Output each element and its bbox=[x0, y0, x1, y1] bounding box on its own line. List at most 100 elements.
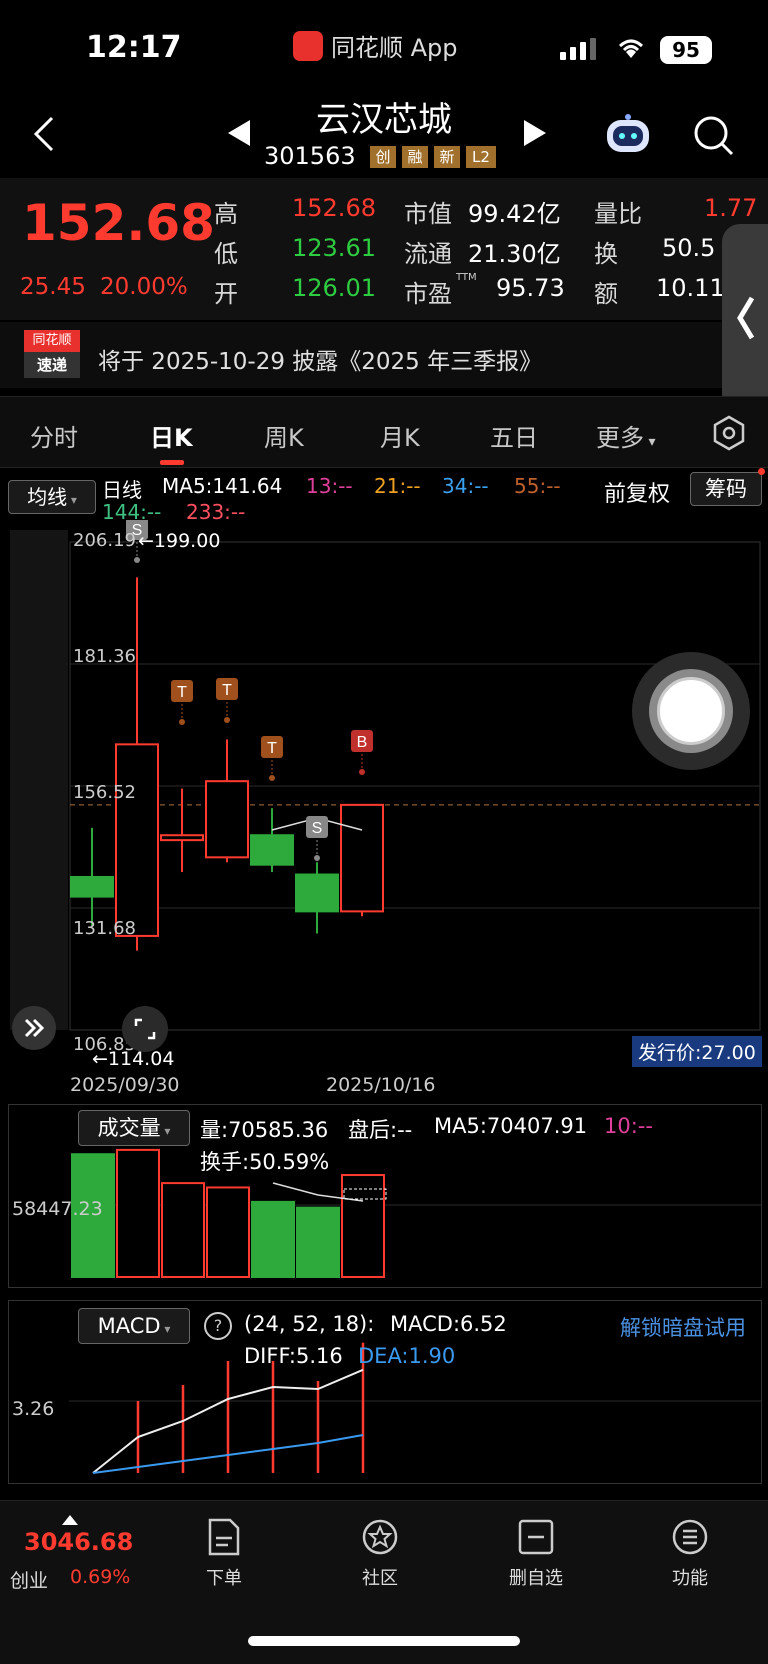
next-stock-button[interactable] bbox=[524, 120, 546, 150]
unlock-dark-pool-link[interactable]: 解锁暗盘试用 bbox=[620, 1312, 746, 1342]
y-label-4: 131.68 bbox=[73, 918, 136, 939]
candle-body bbox=[205, 780, 249, 859]
volume-y-label: 58447.23 bbox=[12, 1198, 103, 1220]
app-indicator[interactable]: 同花顺 App bbox=[293, 28, 458, 63]
y-label-2: 181.36 bbox=[73, 646, 136, 667]
pe-value: 95.73 bbox=[496, 274, 565, 302]
turnover-label: 换 bbox=[594, 240, 618, 268]
low-label: 低 bbox=[214, 240, 238, 268]
tab-five-day[interactable]: 五日 bbox=[490, 418, 538, 453]
last-price: 152.68 bbox=[22, 194, 215, 252]
macd-indicator-selector[interactable]: MACD ▾ bbox=[78, 1308, 190, 1344]
news-logo-top: 同花顺 bbox=[24, 330, 80, 352]
left-gutter bbox=[10, 530, 68, 1030]
marker-dot bbox=[134, 557, 140, 563]
candle-body bbox=[70, 875, 114, 898]
ma21-value: 21:-- bbox=[374, 474, 421, 498]
low-value: 123.61 bbox=[292, 234, 376, 262]
ma5-value: MA5:141.64 bbox=[162, 474, 283, 498]
adjust-mode-button[interactable]: 前复权 bbox=[604, 476, 670, 508]
macd-value: MACD:6.52 bbox=[390, 1312, 507, 1336]
ma-selector-button[interactable]: 均线 ▾ bbox=[8, 480, 96, 514]
index-pct: 0.69% bbox=[70, 1566, 131, 1588]
chevron-down-icon: ▾ bbox=[160, 1124, 171, 1138]
nav-functions[interactable]: 功能 bbox=[630, 1518, 750, 1590]
float-label: 流通 bbox=[404, 240, 452, 268]
expand-sidebar-button[interactable] bbox=[12, 1006, 56, 1050]
marker-dot bbox=[224, 717, 230, 723]
community-star-icon bbox=[361, 1518, 399, 1556]
chart-settings-icon[interactable] bbox=[710, 414, 748, 452]
tag-l2: L2 bbox=[466, 146, 496, 168]
marker-dot bbox=[314, 855, 320, 861]
marker-dot bbox=[179, 719, 185, 725]
volume-ratio-label: 量比 bbox=[594, 200, 642, 228]
battery-icon: 95 bbox=[660, 36, 712, 64]
ma13-value: 13:-- bbox=[306, 474, 353, 498]
nav-order-label: 下单 bbox=[206, 1568, 242, 1589]
pe-label: 市盈 bbox=[404, 280, 452, 308]
ma-selector-label: 均线 bbox=[27, 485, 68, 509]
news-text[interactable]: 将于 2025-10-29 披露《2025 年三季报》 bbox=[98, 342, 542, 376]
dea-value: DEA:1.90 bbox=[358, 1344, 456, 1368]
chevron-down-icon: ▾ bbox=[67, 493, 77, 507]
news-logo: 同花顺 速递 bbox=[24, 330, 80, 378]
volume-bar bbox=[116, 1148, 160, 1279]
tab-more[interactable]: 更多 ▾ bbox=[596, 418, 655, 453]
marker-dot bbox=[359, 769, 365, 775]
y-label-3: 156.52 bbox=[73, 782, 136, 803]
app-label: 同花顺 App bbox=[331, 34, 458, 62]
volume-indicator-selector[interactable]: 成交量 ▾ bbox=[78, 1110, 190, 1146]
robot-assistant-icon[interactable] bbox=[604, 114, 652, 156]
candle-body bbox=[295, 873, 339, 913]
fullscreen-icon[interactable] bbox=[122, 1006, 168, 1052]
high-marker-label: ←199.00 bbox=[138, 530, 221, 552]
nav-community-label: 社区 bbox=[362, 1568, 398, 1589]
trade-marker-label: S bbox=[312, 820, 323, 837]
tab-more-label: 更多 bbox=[596, 424, 644, 452]
chevron-down-icon: ▾ bbox=[160, 1322, 171, 1336]
candle-body bbox=[250, 834, 294, 866]
nav-order[interactable]: 下单 bbox=[164, 1518, 284, 1590]
pe-ttm-sup: TTM bbox=[456, 272, 477, 283]
kline-type-label: 日线 bbox=[102, 478, 142, 502]
tab-intraday[interactable]: 分时 bbox=[30, 418, 78, 453]
candle-body bbox=[160, 834, 204, 842]
volume-value: 量:70585.36 bbox=[200, 1118, 329, 1142]
macd-y-label: 3.26 bbox=[12, 1398, 55, 1420]
trade-marker-label: T bbox=[267, 740, 277, 757]
macd-indicator-label: MACD bbox=[97, 1314, 161, 1338]
order-icon bbox=[206, 1518, 242, 1556]
chip-distribution-button[interactable]: 筹码 bbox=[690, 472, 762, 506]
ma34-value: 34:-- bbox=[442, 474, 489, 498]
volume-bar bbox=[161, 1182, 205, 1278]
tag-chuang: 创 bbox=[370, 146, 396, 168]
tag-rong: 融 bbox=[402, 146, 428, 168]
tab-active-indicator bbox=[160, 460, 184, 465]
cellular-signal-icon bbox=[560, 38, 596, 60]
volume-indicator-label: 成交量 bbox=[97, 1116, 161, 1140]
tab-weekly-k[interactable]: 周K bbox=[264, 418, 304, 453]
nav-remove-watchlist-label: 删自选 bbox=[509, 1568, 563, 1589]
tag-xin: 新 bbox=[434, 146, 460, 168]
wifi-icon bbox=[616, 36, 646, 60]
turnover-rate: 换手:50.59% bbox=[200, 1150, 330, 1174]
open-label: 开 bbox=[214, 280, 238, 308]
volume-bar bbox=[251, 1200, 295, 1278]
tab-daily-k[interactable]: 日K bbox=[150, 418, 193, 453]
chevron-down-icon: ▾ bbox=[644, 434, 656, 450]
mcap-value: 99.42亿 bbox=[468, 200, 561, 228]
float-value: 21.30亿 bbox=[468, 240, 561, 268]
nav-remove-watchlist[interactable]: 删自选 bbox=[476, 1518, 596, 1590]
nav-functions-label: 功能 bbox=[672, 1568, 708, 1589]
price-change-pct: 20.00% bbox=[100, 274, 188, 300]
help-icon[interactable]: ? bbox=[204, 1312, 232, 1340]
side-drawer-handle[interactable] bbox=[722, 224, 768, 412]
tab-monthly-k[interactable]: 月K bbox=[380, 418, 420, 453]
index-value[interactable]: 3046.68 bbox=[24, 1528, 133, 1556]
news-logo-bottom: 速递 bbox=[24, 352, 80, 378]
search-icon[interactable] bbox=[692, 114, 736, 158]
floating-assist-button[interactable] bbox=[632, 652, 750, 770]
nav-community[interactable]: 社区 bbox=[320, 1518, 440, 1590]
issue-price-badge: 发行价:27.00 bbox=[632, 1036, 762, 1067]
